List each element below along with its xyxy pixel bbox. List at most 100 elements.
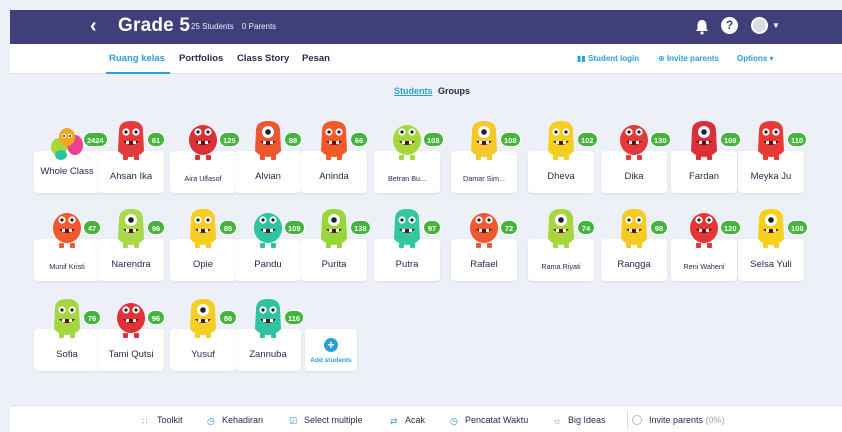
- toolkit-button[interactable]: ∷ Toolkit: [142, 415, 183, 426]
- student-card[interactable]: 108 Fardan: [671, 121, 741, 193]
- class-header: ‹ Grade 5 25 Students 0 Parents ? ▼: [10, 10, 842, 44]
- timer-button[interactable]: ◷ Pencatat Waktu: [450, 415, 528, 426]
- student-name: Munif Kristi: [49, 262, 85, 271]
- toolbar-divider: [627, 410, 628, 429]
- parents-count: 0 Parents: [241, 22, 277, 31]
- student-card[interactable]: 47 Munif Kristi: [34, 213, 101, 281]
- student-card[interactable]: 61 Ahsan Ika: [98, 121, 165, 193]
- invite-parents-link[interactable]: ⊕ Invite parents: [658, 54, 719, 63]
- monster-avatar-icon: [621, 209, 647, 248]
- whole-class-card[interactable]: 2424 Whole Class: [34, 128, 108, 193]
- student-name: Selsa Yuli: [750, 259, 792, 270]
- monster-avatar-icon: [190, 299, 216, 338]
- student-name: Aira Ulfasof: [184, 174, 222, 183]
- student-name: Betran Bu...: [388, 174, 426, 183]
- tab-class-story[interactable]: Class Story: [237, 53, 289, 64]
- student-card[interactable]: 88 Alvian: [235, 121, 302, 193]
- plus-circle-icon: ⊕: [658, 54, 665, 63]
- student-card[interactable]: 72 Rafael: [451, 213, 518, 281]
- monster-avatar-icon: [620, 125, 648, 160]
- student-card[interactable]: 108 Selsa Yuli: [738, 209, 808, 281]
- tab-ruang-kelas[interactable]: Ruang kelas: [109, 53, 165, 64]
- student-name: Rama Riyati: [541, 262, 581, 271]
- help-icon[interactable]: ?: [721, 17, 738, 34]
- student-card[interactable]: 66 Aninda: [301, 121, 368, 193]
- classroom-main: Students Groups 2424 Whole Class 61 Ahsan I…: [10, 74, 842, 402]
- points-badge: 88: [284, 132, 302, 147]
- class-counts: 25 Students 0 Parents: [191, 22, 282, 31]
- points-badge: 61: [147, 132, 165, 147]
- checkbox-icon: ☑: [289, 416, 298, 426]
- student-card[interactable]: 85 Opie: [170, 209, 237, 281]
- student-card[interactable]: 102 Dheva: [528, 121, 598, 193]
- student-name: Tami Qutsi: [108, 349, 154, 360]
- student-card[interactable]: 125 Aira Ulfasof: [170, 125, 240, 193]
- chevron-down-icon: ▾: [769, 54, 774, 63]
- points-badge: 2424: [83, 132, 108, 147]
- points-badge: 116: [284, 310, 305, 325]
- plus-icon: +: [324, 338, 338, 352]
- avatar[interactable]: [751, 17, 768, 34]
- back-arrow-icon[interactable]: ‹: [90, 15, 97, 38]
- points-badge: 86: [219, 310, 237, 325]
- invite-parents-progress[interactable]: Invite parents (0%): [632, 415, 725, 425]
- student-card[interactable]: 138 Purita: [301, 209, 371, 281]
- student-card[interactable]: 96 Tami Qutsi: [98, 303, 165, 371]
- student-card[interactable]: 120 Reni Waheni: [671, 213, 741, 281]
- student-name: Dheva: [547, 171, 575, 182]
- points-badge: 108: [500, 132, 521, 147]
- points-badge: 96: [147, 310, 165, 325]
- select-multiple-button[interactable]: ☑ Select multiple: [289, 415, 363, 426]
- monster-avatar-icon: [690, 213, 718, 248]
- random-button[interactable]: ⇄ Acak: [390, 415, 425, 426]
- points-badge: 109: [284, 220, 305, 235]
- monster-avatar-icon: [190, 209, 216, 248]
- big-ideas-label: Big Ideas: [568, 415, 606, 425]
- student-name: Dika: [624, 171, 644, 182]
- student-card[interactable]: 76 Sofia: [34, 299, 101, 371]
- monster-avatar-icon: [189, 125, 217, 160]
- student-login-link[interactable]: ▮▮ Student login: [577, 54, 639, 63]
- options-label: Options: [737, 54, 768, 63]
- student-card[interactable]: 98 Rangga: [601, 209, 668, 281]
- clock-icon: ◷: [207, 416, 215, 426]
- points-badge: 108: [720, 132, 741, 147]
- class-tabs: Ruang kelas Portfolios Class Story Pesan…: [10, 44, 842, 74]
- monster-avatar-icon: [54, 299, 80, 338]
- account-caret-icon[interactable]: ▼: [772, 21, 780, 30]
- student-card[interactable]: 96 Narendra: [98, 209, 165, 281]
- attendance-button[interactable]: ◷ Kehadiran: [207, 415, 263, 426]
- view-groups-toggle[interactable]: Groups: [438, 86, 470, 96]
- student-card[interactable]: 109 Pandu: [235, 213, 305, 281]
- class-monsters-icon: [51, 128, 83, 160]
- student-card[interactable]: 108 Betran Bu...: [374, 125, 444, 193]
- student-card[interactable]: 108 Damar Sim...: [451, 121, 521, 193]
- student-card[interactable]: 116 Zannuba: [235, 299, 305, 371]
- student-card[interactable]: 86 Yusuf: [170, 299, 237, 371]
- lightbulb-icon: ☼: [553, 416, 562, 426]
- student-card[interactable]: 110 Meyka Ju: [738, 121, 808, 193]
- monster-avatar-icon: [53, 213, 81, 248]
- monster-avatar-icon: [548, 209, 574, 248]
- view-students-toggle[interactable]: Students: [394, 86, 433, 96]
- student-card[interactable]: 130 Dika: [601, 125, 671, 193]
- student-card[interactable]: 97 Putra: [374, 209, 441, 281]
- tab-pesan[interactable]: Pesan: [302, 53, 330, 64]
- notification-bell-icon[interactable]: [692, 17, 712, 37]
- points-badge: 130: [650, 132, 671, 147]
- big-ideas-button[interactable]: ☼ Big Ideas: [553, 415, 606, 426]
- points-badge: 98: [650, 220, 668, 235]
- add-students-button[interactable]: + Add students: [305, 329, 357, 371]
- student-name: Yusuf: [191, 349, 215, 360]
- student-card[interactable]: 74 Rama Riyati: [528, 209, 595, 281]
- add-students-label: Add students: [310, 357, 352, 364]
- options-menu[interactable]: Options ▾: [737, 54, 773, 63]
- points-badge: 76: [83, 310, 101, 325]
- points-badge: 108: [423, 132, 444, 147]
- tab-portfolios[interactable]: Portfolios: [179, 53, 223, 64]
- student-name: Meyka Ju: [750, 171, 792, 182]
- monster-avatar-icon: [471, 121, 497, 160]
- student-name: Reni Waheni: [683, 262, 725, 271]
- toolkit-label: Toolkit: [157, 415, 183, 425]
- points-badge: 102: [577, 132, 598, 147]
